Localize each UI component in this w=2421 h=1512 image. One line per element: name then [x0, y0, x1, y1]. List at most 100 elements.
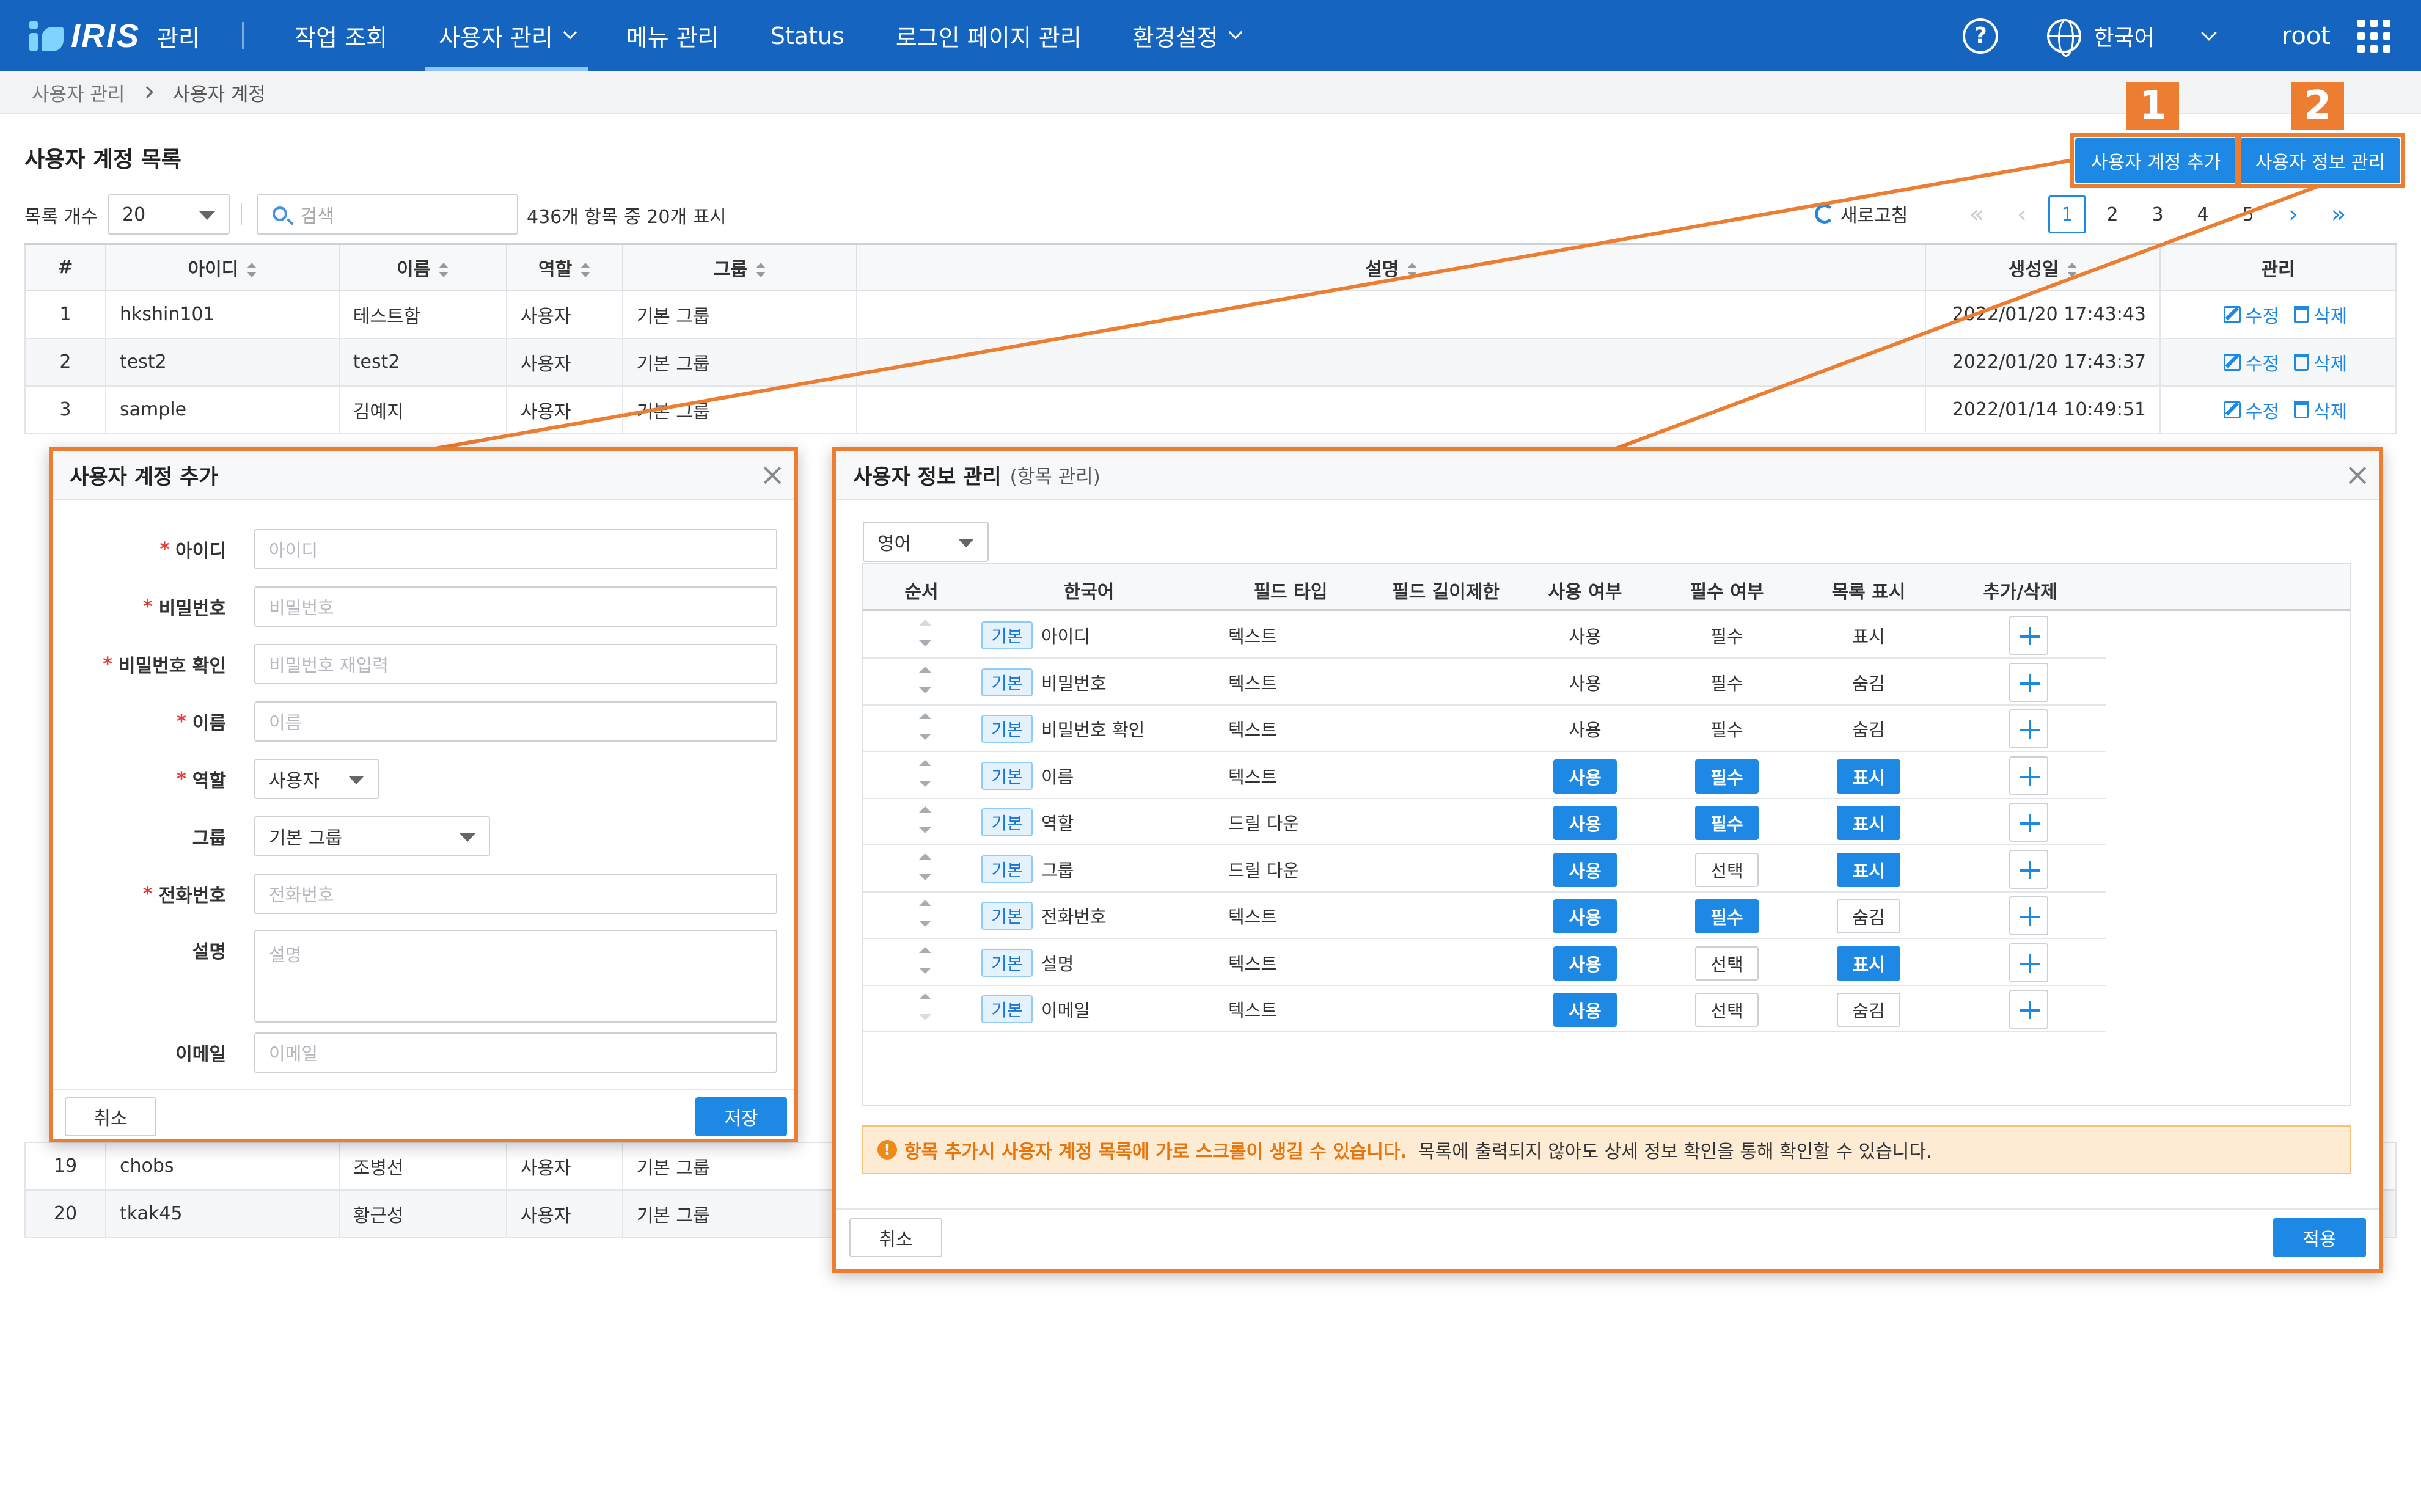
- field-input[interactable]: 설명: [254, 930, 777, 1023]
- field-req-value: 필수: [1710, 720, 1743, 740]
- field-name: 역할: [1041, 813, 1074, 834]
- cancel-button[interactable]: 취소: [65, 1097, 156, 1136]
- field-name: 그룹: [1041, 860, 1074, 881]
- reorder-arrows-icon[interactable]: [919, 619, 931, 651]
- add-field-icon[interactable]: [2009, 849, 2048, 889]
- field-input[interactable]: 전화번호: [254, 874, 777, 914]
- connector-line-2: [1608, 184, 2321, 453]
- reorder-arrows-icon[interactable]: [919, 993, 931, 1025]
- form-row: * 비밀번호 확인 비밀번호 재입력: [53, 644, 794, 684]
- notice-banner: ! 항목 추가시 사용자 계정 목록에 가로 스크롤이 생길 수 있습니다. 목…: [862, 1125, 2351, 1174]
- field-req-value: 필수: [1710, 626, 1743, 647]
- modal-title: 사용자 계정 추가: [70, 464, 218, 489]
- field-show-value: 숨김: [1852, 673, 1885, 694]
- field-type: 텍스트: [1228, 1000, 1278, 1021]
- close-icon[interactable]: [761, 464, 783, 486]
- field-use-toggle[interactable]: 사용: [1553, 759, 1617, 794]
- field-row: 기본 아이디 텍스트 사용 필수 표시: [863, 612, 2106, 659]
- modal-title: 사용자 정보 관리: [853, 464, 1002, 489]
- field-settings-header: 순서 한국어 필드 타입 필드 길이제한 사용 여부 필수 여부 목록 표시 추가/삭제: [863, 564, 2350, 611]
- field-select-value: 사용자: [269, 770, 320, 792]
- add-field-icon[interactable]: [2009, 990, 2048, 1029]
- field-input[interactable]: 비밀번호: [254, 586, 777, 627]
- form-row: * 역할 사용자: [53, 759, 794, 799]
- field-show-toggle[interactable]: 숨김: [1837, 993, 1900, 1027]
- field-row: 기본 비밀번호 확인 텍스트 사용 필수 숨김: [863, 706, 2106, 752]
- field-settings-table: 순서 한국어 필드 타입 필드 길이제한 사용 여부 필수 여부 목록 표시 추가/삭제 기본…: [862, 563, 2351, 1106]
- field-col-header: 필드 타입: [1253, 582, 1328, 603]
- field-label-text: 역할: [192, 770, 226, 792]
- field-use-toggle[interactable]: 사용: [1553, 993, 1617, 1027]
- field-label: * 아이디: [159, 529, 226, 569]
- default-tag: 기본: [981, 808, 1033, 836]
- field-input[interactable]: 이메일: [254, 1032, 777, 1073]
- field-label: 설명: [192, 930, 226, 970]
- caret-down-icon: [348, 776, 364, 784]
- add-field-icon[interactable]: [2009, 943, 2048, 982]
- field-show-toggle[interactable]: 표시: [1837, 852, 1900, 887]
- default-tag: 기본: [981, 621, 1033, 649]
- save-button[interactable]: 저장: [695, 1097, 787, 1136]
- field-select[interactable]: 기본 그룹: [254, 816, 490, 856]
- field-show-toggle[interactable]: 표시: [1837, 806, 1900, 840]
- apply-button[interactable]: 적용: [2273, 1218, 2366, 1257]
- add-field-icon[interactable]: [2009, 896, 2048, 935]
- field-label-text: 설명: [192, 941, 226, 963]
- field-type: 텍스트: [1228, 673, 1278, 694]
- field-req-toggle[interactable]: 선택: [1695, 852, 1759, 887]
- field-label-text: 전화번호: [158, 885, 226, 907]
- add-user-modal: 사용자 계정 추가 * 아이디 아이디 * 비밀번호 비밀번호 * 비밀번호 확인 비밀번호 재…: [49, 447, 798, 1142]
- field-select[interactable]: 사용자: [254, 759, 379, 799]
- default-tag: 기본: [981, 715, 1033, 743]
- reorder-arrows-icon[interactable]: [919, 666, 931, 698]
- add-field-icon[interactable]: [2009, 756, 2048, 795]
- field-name: 이름: [1041, 766, 1074, 787]
- modal-subtitle: (항목 관리): [1009, 466, 1101, 488]
- field-use-toggle[interactable]: 사용: [1553, 899, 1617, 933]
- field-use-toggle[interactable]: 사용: [1553, 806, 1617, 840]
- field-show-toggle[interactable]: 표시: [1837, 946, 1900, 981]
- add-field-icon[interactable]: [2009, 662, 2048, 702]
- field-show-toggle[interactable]: 표시: [1837, 759, 1900, 794]
- field-input[interactable]: 이름: [254, 701, 777, 742]
- field-req-toggle[interactable]: 선택: [1695, 993, 1759, 1027]
- cancel-button[interactable]: 취소: [849, 1218, 942, 1257]
- language-select[interactable]: 영어: [863, 522, 989, 562]
- form-row: * 전화번호 전화번호: [53, 874, 794, 914]
- field-req-toggle[interactable]: 선택: [1695, 946, 1759, 981]
- user-info-manage-modal: 사용자 정보 관리 (항목 관리) 영어 순서 한국어 필드 타입 필드 길이제한 사용…: [832, 447, 2383, 1273]
- field-req-toggle[interactable]: 필수: [1695, 806, 1759, 840]
- field-input[interactable]: 비밀번호 재입력: [254, 644, 777, 684]
- add-field-icon[interactable]: [2009, 616, 2048, 655]
- required-mark: *: [103, 653, 112, 675]
- reorder-arrows-icon[interactable]: [919, 713, 931, 745]
- add-field-icon[interactable]: [2009, 803, 2048, 842]
- default-tag: 기본: [981, 761, 1033, 790]
- field-use-toggle[interactable]: 사용: [1553, 852, 1617, 887]
- connector-line-1: [421, 158, 2073, 453]
- field-row: 기본 그룹 드릴 다운 사용 선택 표시: [863, 846, 2106, 893]
- field-show-value: 숨김: [1852, 720, 1885, 740]
- caret-down-icon: [460, 833, 475, 842]
- field-label: * 역할: [177, 759, 226, 799]
- reorder-arrows-icon[interactable]: [919, 759, 931, 792]
- field-type: 텍스트: [1228, 953, 1278, 974]
- field-req-toggle[interactable]: 필수: [1695, 899, 1759, 933]
- field-show-toggle[interactable]: 숨김: [1837, 899, 1900, 933]
- field-label-text: 이름: [192, 713, 226, 734]
- field-type: 텍스트: [1228, 720, 1278, 740]
- field-input[interactable]: 아이디: [254, 529, 777, 569]
- close-icon[interactable]: [2346, 464, 2368, 486]
- field-use-value: 사용: [1569, 626, 1602, 647]
- required-mark: *: [159, 538, 170, 560]
- field-col-header: 한국어: [1063, 582, 1115, 603]
- field-use-toggle[interactable]: 사용: [1553, 946, 1617, 981]
- reorder-arrows-icon[interactable]: [919, 853, 931, 885]
- reorder-arrows-icon[interactable]: [919, 900, 931, 932]
- reorder-arrows-icon[interactable]: [919, 946, 931, 979]
- reorder-arrows-icon[interactable]: [919, 806, 931, 838]
- field-req-toggle[interactable]: 필수: [1695, 759, 1759, 794]
- default-tag: 기본: [981, 902, 1033, 930]
- field-col-header: 필드 길이제한: [1391, 582, 1500, 603]
- add-field-icon[interactable]: [2009, 709, 2048, 748]
